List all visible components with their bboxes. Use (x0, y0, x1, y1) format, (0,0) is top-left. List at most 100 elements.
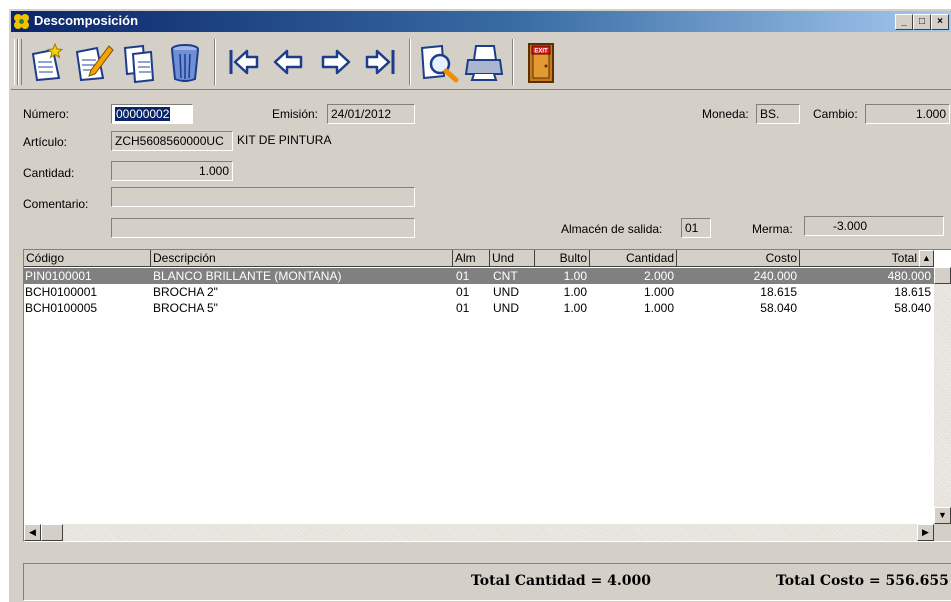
first-record-button[interactable] (221, 40, 265, 84)
descomposicion-window: Descomposición _ □ × EXIT Número: 000000… (8, 8, 951, 602)
cambio-field[interactable]: 1.000 (865, 104, 950, 124)
cambio-label: Cambio: (813, 107, 858, 121)
printer-icon (464, 45, 504, 81)
articulo-description: KIT DE PINTURA (237, 133, 332, 147)
vertical-scrollbar[interactable]: ▼ (934, 267, 951, 524)
cell-und: CNT (493, 269, 518, 283)
right-arrow-icon (321, 49, 351, 75)
moneda-label: Moneda: (702, 107, 749, 121)
emision-field[interactable]: 24/01/2012 (327, 104, 415, 124)
totals-bar: Total Cantidad = 4.000 Total Costo = 556… (23, 563, 951, 601)
cell-total: 18.615 (894, 285, 931, 299)
cell-alm: 01 (456, 285, 470, 299)
toolbar-separator (512, 39, 514, 85)
cell-bulto: 1.00 (563, 269, 587, 283)
table-row[interactable]: BCH0100001 BROCHA 2" 01 UND 1.00 1.000 1… (24, 284, 934, 300)
search-button[interactable] (416, 40, 460, 84)
edit-button[interactable] (71, 40, 115, 84)
minimize-button[interactable]: _ (895, 14, 913, 30)
cell-cantidad: 2.000 (643, 269, 674, 283)
table-row[interactable]: PIN0100001 BLANCO BRILLANTE (MONTANA) 01… (24, 268, 934, 284)
cell-alm: 01 (456, 301, 470, 315)
vertical-scroll-thumb[interactable] (934, 267, 951, 284)
numero-label: Número: (23, 107, 70, 121)
close-button[interactable]: × (931, 14, 949, 30)
cell-costo: 240.000 (753, 269, 797, 283)
delete-button[interactable] (163, 40, 207, 84)
trash-can-icon (171, 44, 199, 82)
cell-bulto: 1.00 (563, 285, 587, 299)
cell-cantidad: 1.000 (643, 301, 674, 315)
copy-documents-icon (123, 44, 155, 84)
comentario-label: Comentario: (23, 197, 89, 211)
next-record-button[interactable] (313, 40, 357, 84)
merma-field[interactable]: -3.000 (804, 216, 944, 236)
comentario-field-1[interactable] (111, 187, 415, 207)
window-title: Descomposición (34, 13, 139, 28)
cell-costo: 18.615 (760, 285, 797, 299)
cell-alm: 01 (456, 269, 470, 283)
total-costo: Total Costo = 556.655 (776, 573, 949, 589)
column-header-cantidad[interactable]: Cantidad (590, 250, 677, 267)
cell-total: 58.040 (894, 301, 931, 315)
last-record-button[interactable] (359, 40, 403, 84)
cantidad-label: Cantidad: (23, 166, 75, 180)
previous-record-button[interactable] (267, 40, 311, 84)
edit-document-icon (75, 45, 114, 82)
scroll-up-button[interactable]: ▲ (919, 250, 934, 267)
cell-costo: 58.040 (760, 301, 797, 315)
cell-descripcion: BROCHA 5" (153, 301, 218, 315)
toolbar-separator (409, 39, 411, 85)
cell-und: UND (493, 285, 519, 299)
cell-descripcion: BLANCO BRILLANTE (MONTANA) (153, 269, 342, 283)
column-header-und[interactable]: Und (490, 250, 535, 267)
articulo-label: Artículo: (23, 135, 68, 149)
toolbar: EXIT (11, 35, 951, 90)
print-button[interactable] (462, 40, 506, 84)
search-document-icon (420, 44, 459, 83)
app-flower-icon (14, 14, 29, 29)
toolbar-separator (214, 39, 216, 85)
cell-codigo: BCH0100001 (25, 285, 98, 299)
almacen-field[interactable]: 01 (681, 218, 711, 238)
scroll-down-button[interactable]: ▼ (934, 507, 951, 524)
cell-bulto: 1.00 (563, 301, 587, 315)
horizontal-scroll-thumb[interactable] (41, 524, 63, 541)
articulo-code-field[interactable]: ZCH5608560000UC (111, 131, 233, 151)
maximize-button[interactable]: □ (913, 14, 931, 30)
column-header-codigo[interactable]: Código (24, 250, 151, 267)
emision-label: Emisión: (272, 107, 319, 121)
total-cantidad: Total Cantidad = 4.000 (471, 573, 652, 589)
column-header-total[interactable]: Total (800, 250, 934, 267)
first-arrow-icon (229, 49, 259, 75)
exit-door-icon: EXIT (528, 43, 554, 83)
title-bar: Descomposición _ □ × (11, 11, 951, 32)
almacen-label: Almacén de salida: (561, 222, 663, 236)
new-document-icon (31, 42, 64, 82)
copy-button[interactable] (117, 40, 161, 84)
toolbar-grip[interactable] (18, 39, 22, 85)
column-header-descripcion[interactable]: Descripción (151, 250, 453, 267)
scroll-left-button[interactable]: ◀ (24, 524, 41, 541)
scroll-corner (934, 524, 951, 541)
left-arrow-icon (273, 49, 303, 75)
cantidad-field[interactable]: 1.000 (111, 161, 233, 181)
comentario-field-2[interactable] (111, 218, 415, 238)
cell-codigo: PIN0100001 (25, 269, 92, 283)
numero-field[interactable]: 00000002 (111, 104, 193, 124)
column-header-alm[interactable]: Alm (453, 250, 490, 267)
cell-cantidad: 1.000 (643, 285, 674, 299)
column-header-bulto[interactable]: Bulto (535, 250, 590, 267)
moneda-field[interactable]: BS. (756, 104, 800, 124)
cell-descripcion: BROCHA 2" (153, 285, 218, 299)
horizontal-scrollbar[interactable]: ◀ ▶ (24, 524, 934, 541)
last-arrow-icon (365, 49, 395, 75)
scroll-right-button[interactable]: ▶ (917, 524, 934, 541)
column-header-costo[interactable]: Costo (677, 250, 800, 267)
merma-label: Merma: (752, 222, 793, 236)
cell-total: 480.000 (887, 269, 931, 283)
exit-button[interactable]: EXIT (519, 40, 563, 84)
new-button[interactable] (25, 40, 69, 84)
table-row[interactable]: BCH0100005 BROCHA 5" 01 UND 1.00 1.000 5… (24, 300, 934, 316)
items-grid[interactable]: Código Descripción Alm Und Bulto Cantida… (23, 249, 951, 542)
